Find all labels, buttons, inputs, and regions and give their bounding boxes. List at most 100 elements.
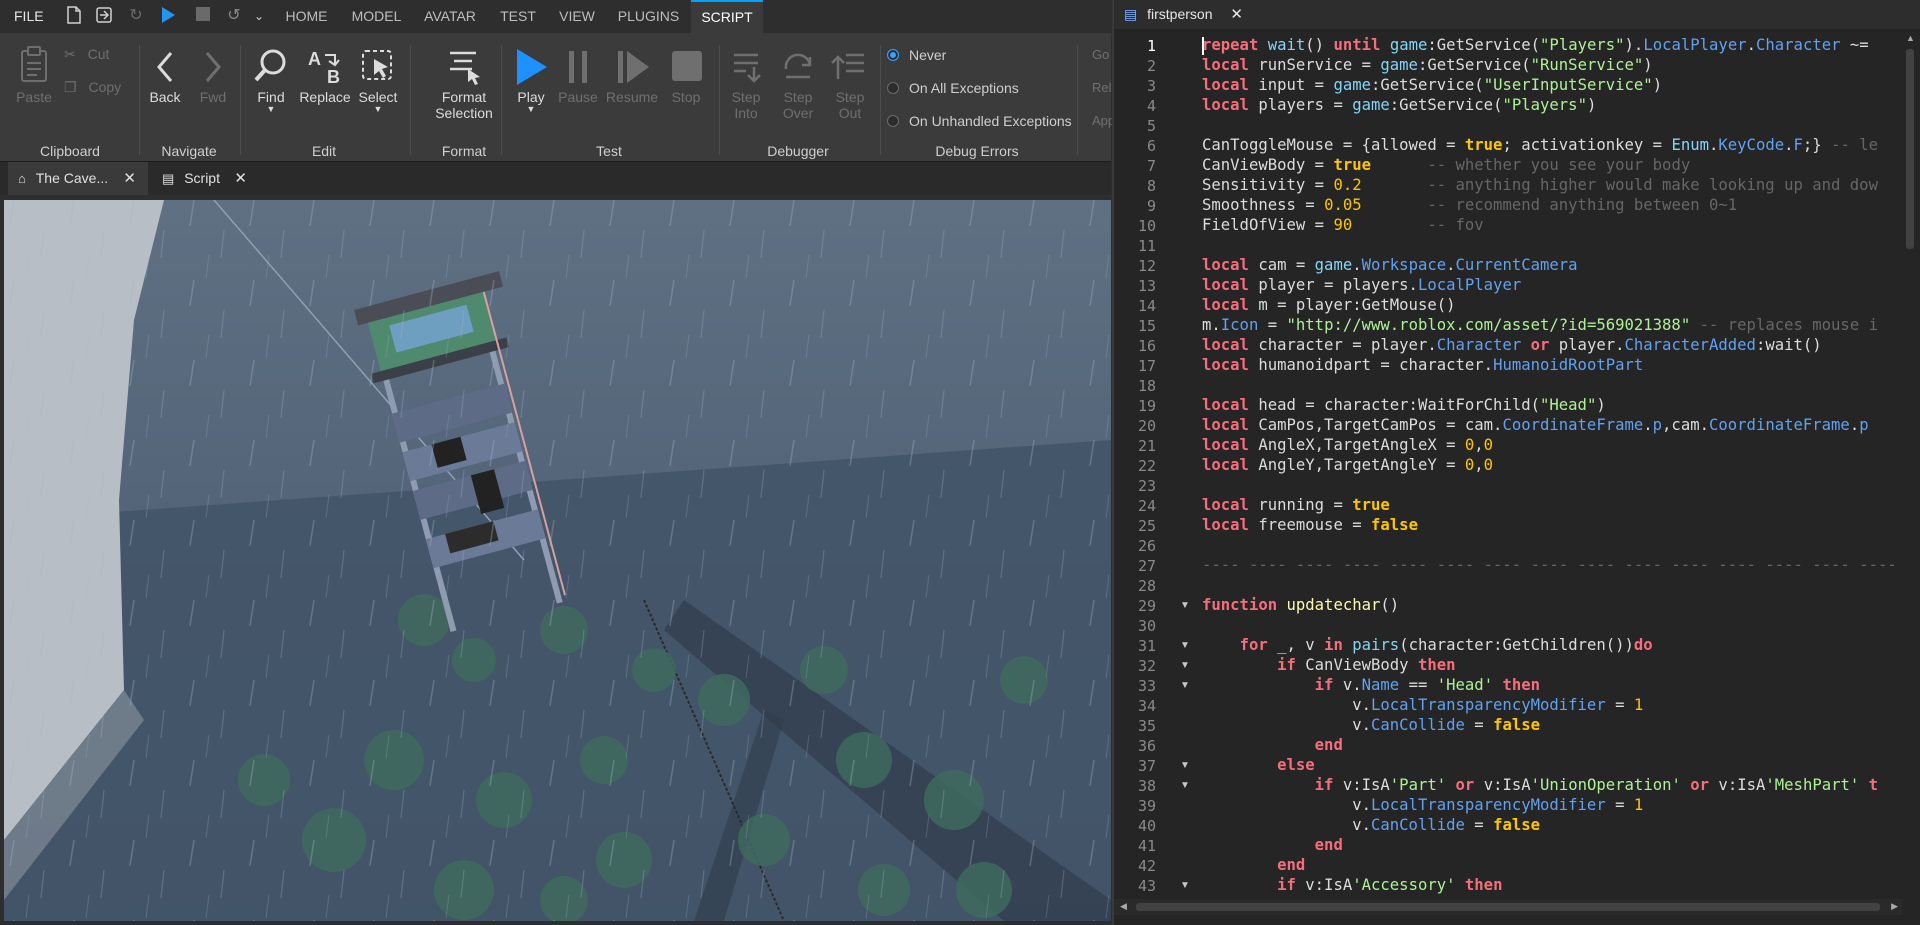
quick-access-dropdown-icon[interactable]: ⌄ [249,6,269,26]
line-number: 3 [1146,77,1156,95]
code-line: if v.Name == 'Head' then [1314,676,1541,694]
fold-icon[interactable]: ▼ [1180,600,1190,611]
line-number: 6 [1146,137,1156,155]
clipboard-group-label: Clipboard [40,143,100,159]
copy-label: Copy [88,79,122,95]
find-dropdown-icon[interactable]: ▼ [249,105,293,114]
code-line: Sensitivity = 0.2 -- anything higher wou… [1202,176,1878,194]
tab-avatar[interactable]: AVATAR [415,0,485,33]
fold-icon[interactable]: ▼ [1180,880,1190,891]
select-button[interactable]: Select ▼ [356,45,400,114]
step-over-button[interactable]: Step Over [776,45,820,121]
pause-button[interactable]: Pause [556,45,600,105]
menu-bar: FILE ↻ ↺ ⌄ HOME MODEL AVATAR TEST VIEW P… [0,0,1111,34]
line-number: 16 [1137,337,1156,355]
ribbon-divider [410,45,411,155]
radio-icon [887,82,899,94]
scrollbar-thumb[interactable] [1906,49,1914,249]
radio-selected-icon [887,49,899,61]
pause-label: Pause [558,89,598,105]
line-number: 12 [1137,257,1156,275]
line-number: 10 [1137,217,1156,235]
redo-icon[interactable]: ↻ [126,6,146,26]
code-line: local AngleY,TargetAngleY = 0,0 [1202,456,1494,474]
select-dropdown-icon[interactable]: ▼ [356,105,400,114]
line-number: 29 [1137,597,1156,615]
line-number: 40 [1137,817,1156,835]
scroll-up-icon[interactable]: ▲ [1906,33,1915,43]
play-icon[interactable] [158,6,178,26]
step-into-button[interactable]: Step Into [724,45,768,121]
horizontal-scrollbar[interactable]: ◀ ▶ [1114,899,1902,915]
forward-button[interactable]: Fwd [193,45,233,105]
play-button[interactable]: Play ▼ [509,45,553,114]
close-icon[interactable]: ✕ [123,162,136,195]
step-out-button[interactable]: Step Out [828,45,872,121]
stop-button[interactable]: Stop [664,45,708,105]
line-number: 11 [1137,237,1156,255]
copy-button[interactable]: ❐ Copy [64,79,121,96]
close-icon[interactable]: ✕ [234,162,247,195]
ribbon-divider [719,45,720,155]
paste-button[interactable]: Paste [12,45,56,105]
ribbon-divider [240,45,241,155]
new-file-icon[interactable] [64,6,84,26]
tab-test[interactable]: TEST [493,0,543,33]
cut-button[interactable]: ✂ Cut [64,46,109,63]
tab-script[interactable]: SCRIPT [691,0,763,33]
publish-icon[interactable] [94,6,114,26]
play-dropdown-icon[interactable]: ▼ [509,105,553,114]
line-number: 1 [1146,37,1156,55]
scroll-right-icon[interactable]: ▶ [1891,901,1898,912]
debug-all-exceptions-radio[interactable]: On All Exceptions [887,80,1019,96]
line-number: 33 [1137,677,1156,695]
fold-icon[interactable]: ▼ [1180,760,1190,771]
editor-tab-title: firstperson [1147,6,1213,22]
stop-label: Stop [671,89,701,105]
code-line: local cam = game.Workspace.CurrentCamera [1202,256,1578,274]
undo-icon[interactable]: ↺ [224,6,244,26]
line-number: 28 [1137,577,1156,595]
line-number: 5 [1146,117,1156,135]
code-line: v.LocalTransparencyModifier = 1 [1202,696,1644,714]
format-group-label: Format [441,143,487,159]
fold-icon[interactable]: ▼ [1180,660,1190,671]
tab-view[interactable]: VIEW [551,0,603,33]
tab-model[interactable]: MODEL [345,0,408,33]
replace-button[interactable]: AB Replace [298,45,352,105]
tab-script-doc[interactable]: ▤ Script ✕ [152,162,257,195]
tab-firstperson[interactable]: ▤ firstperson ✕ [1124,0,1243,29]
reload-button-cutoff[interactable]: Rel [1092,80,1112,95]
code-editor[interactable]: 1 2 3 4 5 6 7 8 9 10 11 12 13 14 15 16 1… [1114,29,1920,899]
tab-plugins[interactable]: PLUGINS [611,0,686,33]
scroll-left-icon[interactable]: ◀ [1120,901,1127,912]
hscrollbar-thumb[interactable] [1136,903,1880,911]
code-line: local CamPos,TargetCamPos = cam.Coordina… [1202,416,1869,434]
code-line: local head = character:WaitForChild("Hea… [1202,396,1606,414]
resume-button[interactable]: Resume [604,45,660,105]
back-button[interactable]: Back [145,45,185,105]
format-selection-button[interactable]: Format Selection [426,45,502,121]
tab-home[interactable]: HOME [275,0,338,33]
3d-viewport[interactable] [4,200,1111,921]
stop-icon[interactable] [193,6,213,26]
line-number: 17 [1137,357,1156,375]
code-line: for _, v in pairs(character:GetChildren(… [1239,636,1653,654]
line-number: 41 [1137,837,1156,855]
script-icon: ▤ [162,171,175,186]
fold-icon[interactable]: ▼ [1180,640,1190,651]
file-menu[interactable]: FILE [14,8,44,24]
go-to-button-cutoff[interactable]: Go [1092,47,1109,62]
debug-unhandled-radio[interactable]: On Unhandled Exceptions [887,113,1072,129]
tab-place[interactable]: ⌂ The Cave... ✕ [8,162,148,195]
close-icon[interactable]: ✕ [1230,6,1243,23]
fold-icon[interactable]: ▼ [1180,680,1190,691]
code-line: if CanViewBody then [1277,656,1456,674]
find-button[interactable]: Find ▼ [249,45,293,114]
debug-never-radio[interactable]: Never [887,47,946,63]
fold-icon[interactable]: ▼ [1180,780,1190,791]
vertical-scrollbar[interactable]: ▲ [1902,29,1918,899]
line-number: 26 [1137,537,1156,555]
line-number: 39 [1137,797,1156,815]
code-line: Smoothness = 0.05 -- recommend anything … [1202,196,1738,214]
